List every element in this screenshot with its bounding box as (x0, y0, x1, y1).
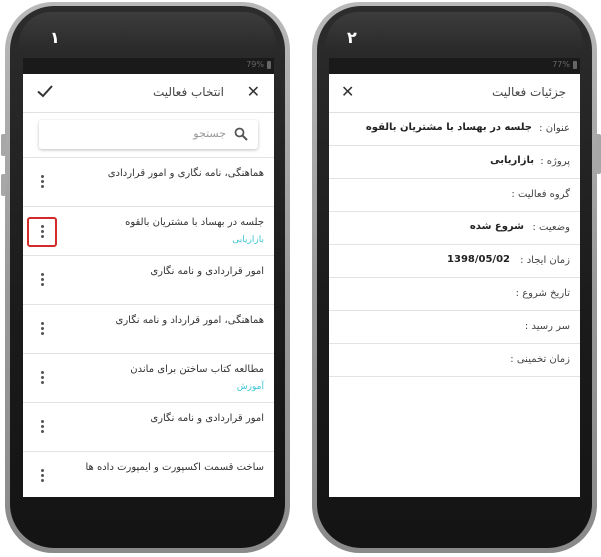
app-bar: انتخاب فعالیت ✕ (23, 74, 274, 113)
battery-icon (267, 61, 271, 69)
battery-icon (573, 61, 577, 69)
detail-row-activity-group: گروه فعالیت : (329, 179, 580, 212)
screen-select-activity: 79% انتخاب فعالیت ✕ هماهنگی، نامه نگاری … (23, 58, 274, 497)
list-item-label: امور قراردادی و نامه نگاری (150, 266, 264, 277)
detail-key: پروژه : (540, 156, 570, 167)
detail-key: وضعیت : (532, 222, 570, 233)
detail-value: بازاریابی (490, 155, 534, 166)
search-icon[interactable] (234, 127, 248, 141)
phone-left: ١ 79% انتخاب فعالیت ✕ هماهنگی، نامه (1, 2, 290, 553)
detail-row-status: وضعیت : شروع شده (329, 212, 580, 245)
battery-text: 79% (246, 60, 264, 69)
detail-value: شروع شده (469, 221, 524, 232)
close-icon[interactable]: ✕ (247, 82, 260, 102)
detail-key: عنوان : (539, 123, 570, 134)
more-vert-icon[interactable] (27, 217, 57, 247)
search-input[interactable] (47, 126, 228, 141)
page-title: انتخاب فعالیت (152, 85, 224, 99)
detail-row-due: سر رسید : (329, 311, 580, 344)
list-item-label: هماهنگی، نامه نگاری و امور قراردادی (107, 168, 264, 179)
side-button (1, 174, 6, 196)
list-item[interactable]: هماهنگی، امور قرارداد و نامه نگاری (23, 305, 274, 354)
list-item-label: امور قراردادی و نامه نگاری (150, 413, 264, 424)
detail-key: سر رسید : (524, 321, 570, 332)
side-button (1, 134, 6, 156)
list-item-label: مطالعه کتاب ساختن برای ماندن (130, 364, 264, 375)
app-bar: ✕ جزئیات فعالیت (329, 74, 580, 113)
list-item-label: ساخت قسمت اکسپورت و ایمپورت داده ها (85, 462, 264, 473)
search-container (23, 113, 274, 158)
detail-key: گروه فعالیت : (511, 189, 570, 200)
side-button (596, 134, 601, 174)
phone-number-label: ١ (50, 28, 60, 47)
more-vert-icon[interactable] (36, 321, 48, 337)
detail-row-created: زمان ایجاد : 1398/05/02 (329, 245, 580, 278)
activity-list: هماهنگی، نامه نگاری و امور قراردادی جلسه… (23, 158, 274, 497)
more-vert-icon[interactable] (36, 468, 48, 484)
detail-row-project: پروژه : بازاریابی (329, 146, 580, 179)
close-icon[interactable]: ✕ (341, 82, 354, 102)
list-item-label: هماهنگی، امور قرارداد و نامه نگاری (115, 315, 264, 326)
page-title: جزئیات فعالیت (491, 85, 566, 99)
detail-key: زمان ایجاد : (520, 255, 570, 266)
detail-row-title: عنوان : جلسه در بهساد با مشتریان بالقوه (329, 113, 580, 146)
phone-shine (326, 12, 583, 52)
list-item-project: بازاریابی (232, 235, 264, 245)
more-vert-icon[interactable] (36, 272, 48, 288)
more-vert-icon[interactable] (36, 419, 48, 435)
list-item[interactable]: هماهنگی، نامه نگاری و امور قراردادی (23, 158, 274, 207)
detail-row-start-date: تاریخ شروع : (329, 278, 580, 311)
status-bar: 79% (23, 58, 274, 74)
battery-text: 77% (552, 60, 570, 69)
list-item[interactable]: امور قراردادی و نامه نگاری (23, 256, 274, 305)
screen-activity-details: 77% ✕ جزئیات فعالیت عنوان : جلسه در بهسا… (329, 58, 580, 497)
details-list: عنوان : جلسه در بهساد با مشتریان بالقوه … (329, 113, 580, 377)
detail-key: تاریخ شروع : (515, 288, 570, 299)
detail-key: زمان تخمینی : (510, 354, 570, 365)
list-item[interactable]: ساخت قسمت اکسپورت و ایمپورت داده ها (23, 452, 274, 497)
detail-value: 1398/05/02 (447, 254, 510, 265)
list-item[interactable]: جلسه در بهساد با مشتریان بالقوه بازاریاب… (23, 207, 274, 256)
check-icon[interactable] (35, 81, 55, 101)
list-item-label: جلسه در بهساد با مشتریان بالقوه (125, 217, 264, 228)
status-bar: 77% (329, 58, 580, 74)
list-item[interactable]: امور قراردادی و نامه نگاری (23, 403, 274, 452)
search-box[interactable] (39, 120, 258, 149)
more-vert-icon[interactable] (36, 174, 48, 190)
list-item[interactable]: مطالعه کتاب ساختن برای ماندن آموزش (23, 354, 274, 403)
more-vert-icon[interactable] (36, 370, 48, 386)
detail-row-estimate: زمان تخمینی : (329, 344, 580, 377)
list-item-project: آموزش (236, 382, 264, 392)
detail-value: جلسه در بهساد با مشتریان بالقوه (365, 122, 532, 133)
phone-right: ٢ 77% ✕ جزئیات فعالیت عنوان : جلسه در به… (312, 2, 601, 553)
phone-number-label: ٢ (347, 28, 357, 47)
